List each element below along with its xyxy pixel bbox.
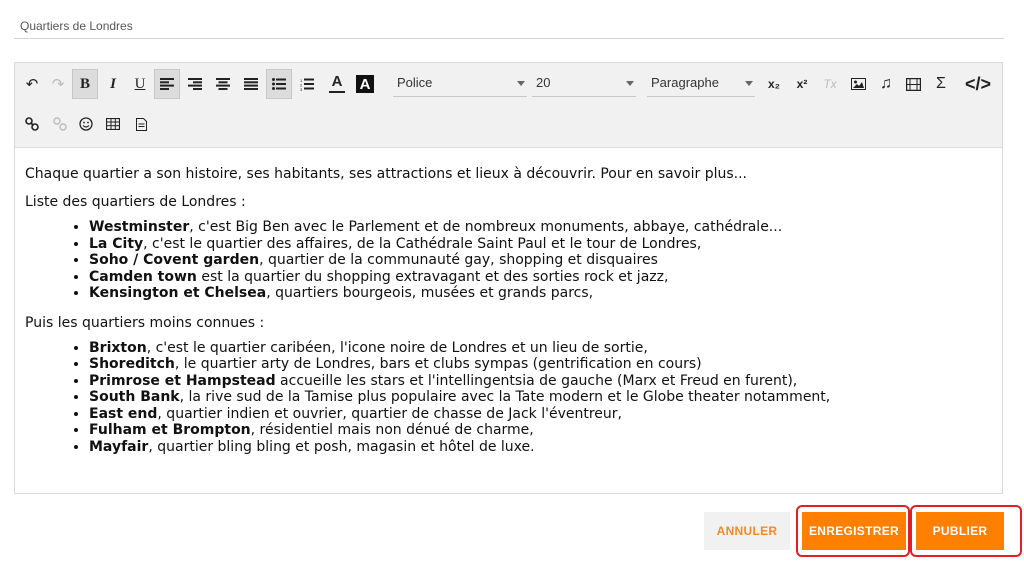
list-item-desc: , c'est le quartier des affaires, de la … xyxy=(143,235,702,252)
sigma-icon[interactable]: Σ xyxy=(928,69,954,99)
font-color-bar xyxy=(329,91,345,93)
list1-heading: Liste des quartiers de Londres : xyxy=(25,194,246,210)
list-item: Camden town est la quartier du shopping … xyxy=(89,269,985,286)
list-item-name: Shoreditch xyxy=(89,356,175,372)
italic-button[interactable]: I xyxy=(100,69,126,99)
list-item: Primrose et Hampstead accueille les star… xyxy=(89,373,985,390)
list-item: Shoreditch, le quartier arty de Londres,… xyxy=(89,356,985,373)
publish-button[interactable]: PUBLIER xyxy=(916,512,1004,550)
font-color-icon[interactable]: A xyxy=(324,69,350,99)
list-item-desc: , c'est Big Ben avec le Parlement et de … xyxy=(189,219,783,235)
font-background-label: A xyxy=(356,75,374,93)
list2-heading: Puis les quartiers moins connues : xyxy=(25,314,265,331)
font-color-label: A xyxy=(331,73,343,90)
list-item-name: Primrose et Hampstead xyxy=(89,372,276,389)
list-item-name: Fulham et Brompton xyxy=(89,422,251,438)
list-item-name: Mayfair xyxy=(89,438,149,455)
editor-content[interactable]: Chaque quartier a son histoire, ses habi… xyxy=(25,163,985,465)
list2: Brixton, c'est le quartier caribéen, l'i… xyxy=(25,340,985,456)
list-item: Soho / Covent garden, quartier de la com… xyxy=(89,252,985,269)
paragraph-format-select[interactable]: Paragraphe xyxy=(647,69,755,97)
list-item-name: Brixton xyxy=(89,339,147,356)
document-icon[interactable] xyxy=(128,109,154,139)
title-value: Quartiers de Londres xyxy=(20,19,133,33)
subscript-button[interactable]: x₂ xyxy=(761,69,787,99)
list-item: South Bank, la rive sud de la Tamise plu… xyxy=(89,389,985,406)
align-justify-icon[interactable] xyxy=(238,69,264,99)
font-family-select[interactable]: Police xyxy=(393,69,527,97)
numbered-list-icon[interactable]: 123 xyxy=(294,69,320,99)
emoji-icon[interactable] xyxy=(73,109,99,139)
list-item-desc: , la rive sud de la Tamise plus populair… xyxy=(179,389,831,405)
chevron-down-icon xyxy=(517,81,525,86)
list-item-desc: , quartier bling bling et posh, magasin … xyxy=(148,438,535,455)
font-background-icon[interactable]: A xyxy=(352,69,378,99)
bullet-list-icon[interactable] xyxy=(266,69,292,99)
font-size-value: 20 xyxy=(536,75,551,90)
list-item-name: Westminster xyxy=(89,219,190,235)
unlink-icon[interactable] xyxy=(47,109,73,139)
list-item-name: La City xyxy=(89,235,144,252)
chevron-down-icon xyxy=(626,81,634,86)
list-item-name: East end xyxy=(89,405,158,422)
list-item: La City, c'est le quartier des affaires,… xyxy=(89,236,985,253)
align-right-icon[interactable] xyxy=(182,69,208,99)
list-item-name: South Bank xyxy=(89,389,180,405)
list-item-desc: , quartier de la communauté gay, shoppin… xyxy=(259,252,658,268)
font-family-value: Police xyxy=(397,75,433,90)
cancel-button[interactable]: ANNULER xyxy=(704,512,790,550)
list-item-desc: , c'est le quartier caribéen, l'icone no… xyxy=(146,339,648,356)
rich-text-editor: ↶ ↷ B I U 123 A A Police 20 Paragraphe x… xyxy=(14,62,1003,494)
table-icon[interactable] xyxy=(100,109,126,139)
list-item-desc: , le quartier arty de Londres, bars et c… xyxy=(174,356,702,372)
list-item: Brixton, c'est le quartier caribéen, l'i… xyxy=(89,340,985,357)
video-icon[interactable] xyxy=(900,69,926,99)
list-item: Fulham et Brompton, résidentiel mais non… xyxy=(89,422,985,439)
list-item-name: Camden town xyxy=(89,268,197,285)
list-item: Mayfair, quartier bling bling et posh, m… xyxy=(89,439,985,456)
image-icon[interactable] xyxy=(845,69,871,99)
code-view-button[interactable]: </> xyxy=(961,69,995,99)
redo-icon[interactable]: ↷ xyxy=(45,69,71,99)
clear-format-button[interactable]: Tx xyxy=(817,69,843,99)
list-item: East end, quartier indien et ouvrier, qu… xyxy=(89,406,985,423)
font-size-select[interactable]: 20 xyxy=(532,69,636,97)
svg-text:3: 3 xyxy=(300,87,303,91)
align-center-icon[interactable] xyxy=(210,69,236,99)
editor-toolbar: ↶ ↷ B I U 123 A A Police 20 Paragraphe x… xyxy=(15,63,1002,148)
chevron-down-icon xyxy=(745,81,753,86)
list-item-desc: accueille les stars et l'intellingentsia… xyxy=(275,372,798,389)
bold-button[interactable]: B xyxy=(72,69,98,99)
list1: Westminster, c'est Big Ben avec le Parle… xyxy=(25,219,985,302)
underline-button[interactable]: U xyxy=(127,69,153,99)
audio-icon[interactable]: ♫ xyxy=(873,69,899,99)
list-item-desc: est la quartier du shopping extravagant … xyxy=(196,268,669,285)
list-item-desc: , résidentiel mais non dénué de charme, xyxy=(250,422,534,438)
save-button[interactable]: ENREGISTRER xyxy=(802,512,906,550)
list-item: Kensington et Chelsea, quartiers bourgeo… xyxy=(89,285,985,302)
intro-paragraph: Chaque quartier a son histoire, ses habi… xyxy=(25,166,747,182)
list-item-desc: , quartiers bourgeois, musées et grands … xyxy=(266,285,594,301)
title-field[interactable]: Quartiers de Londres xyxy=(14,10,1004,39)
align-left-icon[interactable] xyxy=(154,69,180,99)
list-item-name: Soho / Covent garden xyxy=(89,252,260,268)
superscript-button[interactable]: x² xyxy=(789,69,815,99)
list-item-name: Kensington et Chelsea xyxy=(89,285,267,301)
link-icon[interactable] xyxy=(19,109,45,139)
paragraph-format-value: Paragraphe xyxy=(651,75,719,90)
undo-icon[interactable]: ↶ xyxy=(19,69,45,99)
list-item-desc: , quartier indien et ouvrier, quartier d… xyxy=(157,405,622,422)
list-item: Westminster, c'est Big Ben avec le Parle… xyxy=(89,219,985,236)
